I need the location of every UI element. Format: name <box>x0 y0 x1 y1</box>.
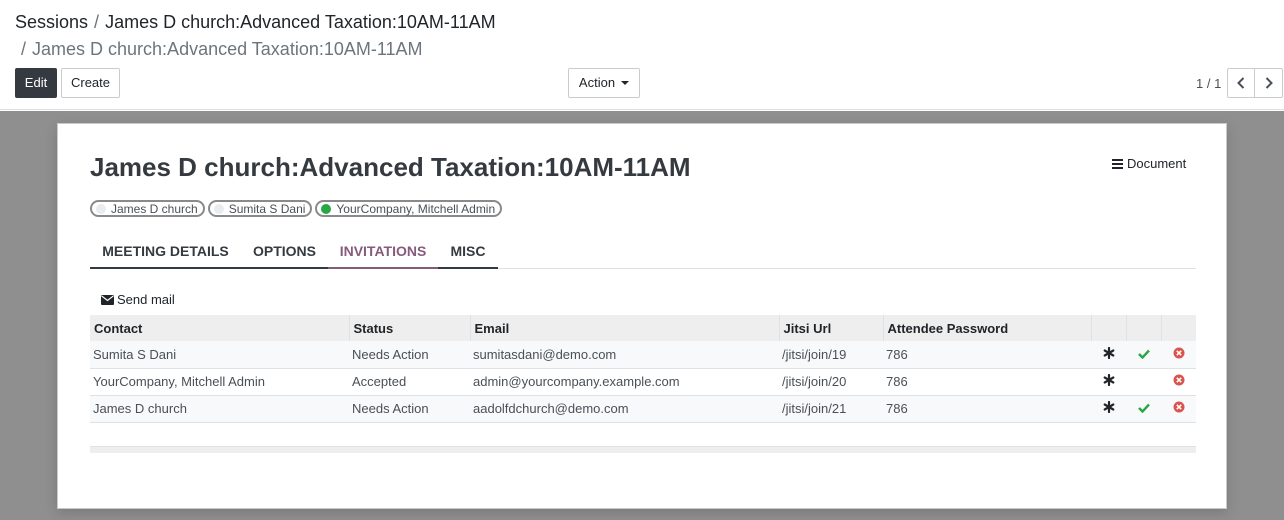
cell-contact: YourCompany, Mitchell Admin <box>90 368 349 396</box>
breadcrumb-separator: / <box>21 39 27 59</box>
pager-next-button[interactable] <box>1255 68 1283 98</box>
table-header-row: Contact Status Email Jitsi Url Attendee … <box>90 315 1196 341</box>
pager-value[interactable]: 1 / 1 <box>1196 76 1221 91</box>
tab-invitations[interactable]: INVITATIONS <box>328 232 438 269</box>
check-icon[interactable] <box>1137 403 1150 413</box>
create-button[interactable]: Create <box>61 68 120 98</box>
cell-contact: James D church <box>90 395 349 423</box>
decline-circle-x-icon[interactable] <box>1173 374 1185 386</box>
column-header-contact[interactable]: Contact <box>90 315 349 341</box>
status-dot-icon <box>213 203 224 214</box>
cell-status: Needs Action <box>349 395 470 423</box>
envelope-icon <box>101 294 114 305</box>
column-header-status[interactable]: Status <box>348 315 470 341</box>
table-footer <box>90 446 1196 453</box>
cell-attendee-password: 786 <box>883 395 1091 423</box>
attendee-tag-label: James D church <box>111 201 198 216</box>
decline-circle-x-icon[interactable] <box>1173 401 1185 413</box>
breadcrumb-current-label: James D church:Advanced Taxation:10AM-11… <box>32 39 423 59</box>
breadcrumb-parent-link[interactable]: James D church:Advanced Taxation:10AM-11… <box>105 12 496 32</box>
attendee-tag[interactable]: James D church <box>90 200 205 217</box>
cell-status: Needs Action <box>349 341 470 369</box>
record-title: James D church:Advanced Taxation:10AM-11… <box>90 152 691 182</box>
invitations-table: Contact Status Email Jitsi Url Attendee … <box>90 315 1196 423</box>
cell-accept <box>1126 395 1161 423</box>
decline-circle-x-icon[interactable] <box>1173 347 1185 359</box>
check-icon[interactable] <box>1137 349 1150 359</box>
cell-tentative <box>1091 368 1126 396</box>
breadcrumb-sessions-link[interactable]: Sessions <box>15 12 88 32</box>
cell-accept <box>1126 368 1161 396</box>
table-row[interactable]: Sumita S Dani Needs Action sumitasdani@d… <box>90 341 1196 369</box>
document-button[interactable]: Document <box>1112 156 1186 171</box>
attendee-tag[interactable]: YourCompany, Mitchell Admin <box>315 200 503 217</box>
cell-attendee-password: 786 <box>883 341 1091 369</box>
chevron-right-icon <box>1265 77 1273 89</box>
breadcrumb-separator: / <box>94 12 100 32</box>
send-mail-button[interactable]: Send mail <box>101 292 175 307</box>
tab-misc[interactable]: MISC <box>438 232 498 269</box>
attendee-tag[interactable]: Sumita S Dani <box>207 200 313 217</box>
cell-jitsi-url: /jitsi/join/20 <box>779 368 883 396</box>
attendee-tag-label: Sumita S Dani <box>228 201 306 216</box>
cell-attendee-password: 786 <box>883 368 1091 396</box>
cell-email: sumitasdani@demo.com <box>470 341 779 369</box>
control-panel: Sessions / James D church:Advanced Taxatio… <box>0 0 1284 110</box>
breadcrumb-current: / James D church:Advanced Taxation:10AM-1… <box>21 39 423 60</box>
status-dot-icon <box>321 203 332 214</box>
breadcrumb: Sessions / James D church:Advanced Taxatio… <box>15 12 496 33</box>
chevron-left-icon <box>1237 77 1245 89</box>
notebook-tabs: MEETING DETAILS OPTIONS INVITATIONS MISC <box>90 232 1196 269</box>
cell-contact: Sumita S Dani <box>90 341 349 369</box>
cell-accept <box>1126 341 1161 369</box>
form-sheet: James D church:Advanced Taxation:10AM-11… <box>57 123 1227 509</box>
cell-decline <box>1161 341 1196 369</box>
asterisk-icon[interactable] <box>1103 374 1115 386</box>
asterisk-icon[interactable] <box>1103 346 1115 359</box>
cell-decline <box>1161 368 1196 396</box>
status-dot-icon <box>96 203 106 214</box>
cell-status: Accepted <box>349 368 470 396</box>
cell-jitsi-url: /jitsi/join/19 <box>779 341 883 369</box>
column-header-blank <box>1125 315 1161 341</box>
table-row[interactable]: James D church Needs Action aadolfdchurc… <box>90 395 1196 423</box>
action-label: Action <box>578 75 616 90</box>
column-header-attendee-password[interactable]: Attendee Password <box>882 315 1091 341</box>
pager-previous-button[interactable] <box>1227 68 1255 98</box>
cell-tentative <box>1091 341 1126 369</box>
column-header-blank <box>1160 315 1196 341</box>
send-mail-label: Send mail <box>117 292 175 307</box>
column-header-jitsi-url[interactable]: Jitsi Url <box>778 315 883 341</box>
document-label: Document <box>1127 156 1187 171</box>
cell-email: admin@yourcompany.example.com <box>470 368 779 396</box>
cell-decline <box>1161 395 1196 423</box>
attendee-tag-label: YourCompany, Mitchell Admin <box>336 201 496 216</box>
asterisk-icon[interactable] <box>1103 401 1115 413</box>
list-icon <box>1112 158 1123 169</box>
column-header-blank <box>1090 315 1126 341</box>
edit-button[interactable]: Edit <box>15 68 57 98</box>
tab-meeting-details[interactable]: MEETING DETAILS <box>90 232 241 269</box>
table-row[interactable]: YourCompany, Mitchell Admin Accepted adm… <box>90 368 1196 396</box>
tab-options[interactable]: OPTIONS <box>241 232 328 269</box>
action-dropdown[interactable]: Action <box>568 68 640 98</box>
cell-tentative <box>1091 395 1126 423</box>
cell-email: aadolfdchurch@demo.com <box>470 395 779 423</box>
attendee-tags: James D church Sumita S Dani YourCompany… <box>90 200 503 217</box>
cell-jitsi-url: /jitsi/join/21 <box>779 395 883 423</box>
column-header-email[interactable]: Email <box>469 315 779 341</box>
caret-down-icon <box>621 80 630 85</box>
